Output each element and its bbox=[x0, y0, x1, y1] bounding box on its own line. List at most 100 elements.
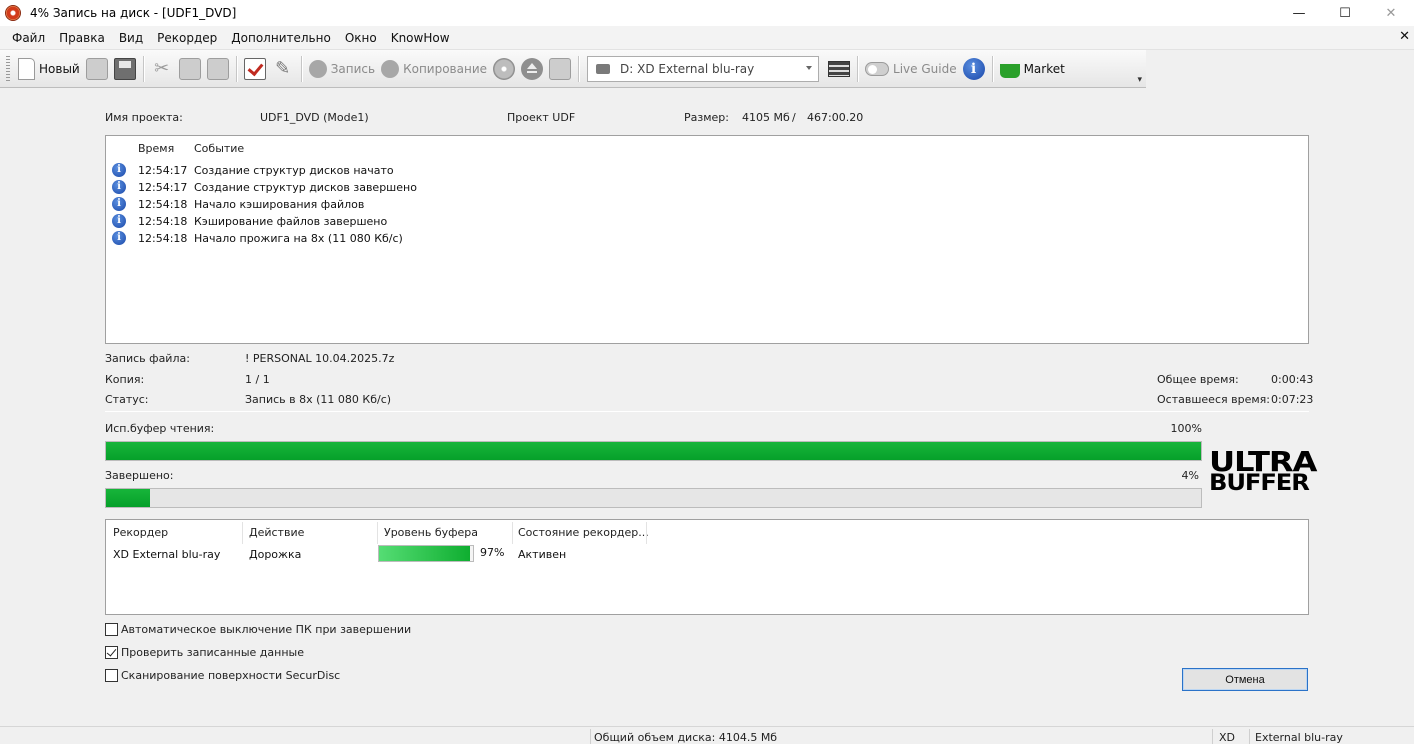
menu-edit[interactable]: Правка bbox=[52, 31, 112, 45]
total-time-label: Общее время: bbox=[1157, 373, 1239, 386]
menu-extras[interactable]: Дополнительно bbox=[224, 31, 338, 45]
rec-col-recorder[interactable]: Рекордер bbox=[113, 526, 168, 539]
erase-button[interactable] bbox=[546, 54, 574, 84]
project-type-value: Проект UDF bbox=[507, 111, 576, 124]
securdisc-scan-checkbox[interactable] bbox=[105, 669, 118, 682]
app-logo-icon bbox=[5, 5, 21, 21]
read-buffer-bar bbox=[105, 441, 1202, 461]
live-guide-button[interactable]: Live Guide bbox=[862, 54, 960, 84]
securdisc-scan-label[interactable]: Сканирование поверхности SecurDisc bbox=[121, 669, 340, 682]
file-label: Запись файла: bbox=[105, 352, 190, 365]
log-event: Создание структур дисков завершено bbox=[194, 181, 417, 194]
auto-shutdown-option[interactable]: Автоматическое выключение ПК при заверше… bbox=[105, 623, 411, 636]
rec-recorder[interactable]: XD External blu-ray bbox=[113, 548, 220, 561]
log-row[interactable]: i 12:54:18 Начало кэширования файлов bbox=[106, 196, 1308, 213]
log-row[interactable]: i 12:54:18 Начало прожига на 8x (11 080 … bbox=[106, 230, 1308, 247]
status-separator bbox=[1212, 729, 1213, 744]
ultrabuffer-logo: ULTRA BUFFER bbox=[1209, 448, 1317, 496]
log-col-event[interactable]: Событие bbox=[194, 142, 244, 155]
cut-button[interactable]: ✂ bbox=[148, 54, 176, 84]
recorder-table[interactable]: Рекордер Действие Уровень буфера Состоян… bbox=[105, 519, 1309, 615]
market-button[interactable]: Market bbox=[997, 54, 1068, 84]
auto-shutdown-checkbox[interactable] bbox=[105, 623, 118, 636]
log-col-time[interactable]: Время bbox=[138, 142, 174, 155]
copy-value: 1 / 1 bbox=[245, 373, 270, 386]
rec-buffer-percent: 97% bbox=[480, 546, 505, 559]
drive-select[interactable]: D: XD External blu-ray bbox=[587, 55, 820, 82]
floppy-icon bbox=[113, 57, 136, 80]
menu-view[interactable]: Вид bbox=[112, 31, 150, 45]
rec-state: Активен bbox=[518, 548, 567, 561]
completed-bar bbox=[105, 488, 1202, 508]
close-document-icon[interactable]: ✕ bbox=[1399, 29, 1410, 44]
completed-fill bbox=[106, 489, 150, 507]
verify-data-option[interactable]: Проверить записанные данные bbox=[105, 646, 304, 659]
status-label: Статус: bbox=[105, 393, 149, 406]
close-button[interactable]: ✕ bbox=[1368, 0, 1414, 26]
rec-col-state[interactable]: Состояние рекордер... bbox=[518, 526, 649, 539]
burn-button[interactable]: Запись bbox=[306, 54, 378, 84]
disc-info-button[interactable] bbox=[490, 54, 518, 84]
info-icon: i bbox=[112, 163, 126, 177]
log-row[interactable]: i 12:54:17 Создание структур дисков нача… bbox=[106, 162, 1308, 179]
paste-button[interactable] bbox=[204, 54, 232, 84]
info-icon: i bbox=[112, 197, 126, 211]
column-separator[interactable] bbox=[646, 522, 647, 544]
log-row[interactable]: i 12:54:18 Кэширование файлов завершено bbox=[106, 213, 1308, 230]
project-name-label: Имя проекта: bbox=[105, 111, 183, 124]
project-size-mb: 4105 Мб bbox=[742, 111, 790, 124]
drive-icon bbox=[596, 63, 611, 74]
burn-label: Запись bbox=[330, 61, 376, 76]
toolbar-separator bbox=[235, 55, 237, 82]
column-separator[interactable] bbox=[377, 522, 378, 544]
drive-info-button[interactable] bbox=[825, 54, 853, 84]
rec-col-action[interactable]: Действие bbox=[249, 526, 304, 539]
copy-button[interactable] bbox=[176, 54, 204, 84]
compilation-check-button[interactable] bbox=[241, 54, 269, 84]
status-drive-letter: XD bbox=[1219, 731, 1236, 744]
rec-col-buffer[interactable]: Уровень буфера bbox=[384, 526, 478, 539]
minimize-button[interactable]: — bbox=[1276, 0, 1322, 26]
drive-bars-icon bbox=[828, 60, 851, 77]
maximize-button[interactable]: ☐ bbox=[1322, 0, 1368, 26]
menu-file[interactable]: Файл bbox=[0, 31, 52, 45]
erase-icon bbox=[549, 57, 572, 80]
column-separator[interactable] bbox=[512, 522, 513, 544]
drive-value: D: XD External blu-ray bbox=[620, 61, 755, 76]
title-bar: 4% Запись на диск - [UDF1_DVD] — ☐ ✕ bbox=[0, 0, 1414, 26]
completed-label: Завершено: bbox=[105, 469, 174, 482]
status-bar: Общий объем диска: 4104.5 Мб XD External… bbox=[0, 726, 1414, 744]
column-separator[interactable] bbox=[242, 522, 243, 544]
open-button[interactable] bbox=[83, 54, 111, 84]
toolbar-separator bbox=[142, 55, 144, 82]
auto-shutdown-label[interactable]: Автоматическое выключение ПК при заверше… bbox=[121, 623, 411, 636]
verify-data-label[interactable]: Проверить записанные данные bbox=[121, 646, 304, 659]
status-drive-name: External blu-ray bbox=[1255, 731, 1343, 744]
log-time: 12:54:18 bbox=[138, 215, 188, 228]
log-row[interactable]: i 12:54:17 Создание структур дисков заве… bbox=[106, 179, 1308, 196]
toolbar-separator bbox=[991, 55, 993, 82]
verify-data-checkbox[interactable] bbox=[105, 646, 118, 659]
toolbar-overflow-icon[interactable]: ▾ bbox=[1137, 75, 1142, 85]
info-icon: i bbox=[112, 231, 126, 245]
menu-knowhow[interactable]: KnowHow bbox=[384, 31, 457, 45]
log-time: 12:54:18 bbox=[138, 198, 188, 211]
menu-window[interactable]: Окно bbox=[338, 31, 384, 45]
securdisc-scan-option[interactable]: Сканирование поверхности SecurDisc bbox=[105, 669, 340, 682]
project-size-label: Размер: bbox=[684, 111, 729, 124]
toolbar-separator bbox=[857, 55, 859, 82]
chevron-down-icon bbox=[806, 65, 813, 70]
menu-recorder[interactable]: Рекордер bbox=[150, 31, 224, 45]
event-log[interactable]: Время Событие i 12:54:17 Создание структ… bbox=[105, 135, 1309, 344]
total-time-value: 0:00:43 bbox=[1271, 373, 1314, 386]
save-button[interactable] bbox=[111, 54, 139, 84]
toolbar-grip[interactable] bbox=[6, 55, 10, 82]
eject-button[interactable] bbox=[518, 54, 546, 84]
basket-icon bbox=[999, 63, 1020, 78]
info-button[interactable]: i bbox=[960, 54, 988, 84]
read-buffer-percent: 100% bbox=[1170, 422, 1202, 435]
copy-disc-button[interactable]: Копирование bbox=[378, 54, 490, 84]
wizard-button[interactable]: ✎ bbox=[269, 54, 297, 84]
cancel-button[interactable]: Отмена bbox=[1182, 668, 1308, 691]
new-button[interactable]: Новый bbox=[15, 54, 83, 84]
